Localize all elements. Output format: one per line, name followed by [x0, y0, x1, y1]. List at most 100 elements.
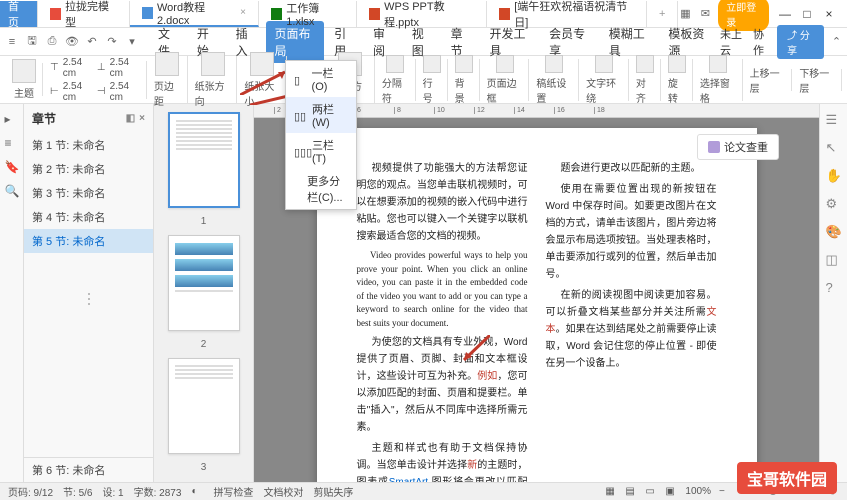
rotate-icon[interactable]	[668, 55, 686, 73]
ribbon-theme[interactable]: 主题	[8, 59, 40, 100]
thumbnail-3[interactable]	[168, 358, 240, 454]
status-wordcount[interactable]: 字数: 2873	[134, 484, 182, 499]
status-docfix[interactable]: 文档校对	[263, 484, 303, 499]
status-section[interactable]: 节: 5/6	[63, 484, 92, 499]
ribbon-paper-size[interactable]: 纸张大小	[240, 52, 284, 108]
help-icon[interactable]: ?	[826, 280, 842, 296]
ribbon-page-margins[interactable]: 页边距	[150, 52, 185, 108]
grid-icon[interactable]: ▦	[679, 6, 693, 22]
thumbnail-1[interactable]	[168, 112, 240, 208]
column-1[interactable]: 视频提供了功能强大的方法帮您证明您的观点。当您单击联机视频时，可以在想要添加的视…	[357, 160, 528, 482]
status-page[interactable]: 页码: 9/12	[8, 484, 53, 499]
status-input-mode-icon[interactable]: ◐	[191, 486, 203, 498]
orientation-icon[interactable]	[201, 52, 225, 76]
nav-item-2[interactable]: 第 3 节: 未命名	[24, 181, 153, 205]
nav-item-1[interactable]: 第 2 节: 未命名	[24, 157, 153, 181]
tab-0[interactable]: 拉拢完模型	[38, 1, 130, 27]
close-button[interactable]: ×	[819, 4, 839, 24]
selpane-icon[interactable]	[709, 55, 727, 73]
view-outline-icon[interactable]: ▣	[665, 486, 677, 498]
layers-icon[interactable]: ◫	[826, 252, 842, 268]
wrap-icon[interactable]	[595, 55, 613, 73]
paper-review-button[interactable]: 论文查重	[697, 134, 779, 160]
collapse-ribbon-icon[interactable]: ⌃	[830, 34, 843, 50]
qat-preview-icon[interactable]: 👁	[64, 34, 80, 50]
qat-undo-icon[interactable]: ↶	[84, 34, 100, 50]
nav-footer-item[interactable]: 第 6 节: 未命名	[24, 457, 153, 482]
margin-top-value[interactable]: 2.54 cm	[63, 57, 93, 79]
share-button[interactable]: ⤴ 分享	[777, 25, 824, 59]
qat-redo-icon[interactable]: ↷	[104, 34, 120, 50]
margins-icon[interactable]	[155, 52, 179, 76]
ribbon-background[interactable]: 背景	[451, 55, 477, 105]
status-position[interactable]: 设: 1	[103, 484, 124, 499]
paper-icon[interactable]	[545, 55, 563, 73]
cloud-status[interactable]: 未上云	[720, 26, 747, 58]
dropdown-two-columns[interactable]: ▯▯两栏(W)	[286, 97, 356, 133]
papersize-icon[interactable]	[250, 52, 274, 76]
zoom-out-icon[interactable]: −	[719, 486, 731, 498]
bg-icon[interactable]	[455, 55, 473, 73]
tab-home[interactable]: 首页	[0, 1, 38, 27]
ribbon-selection-pane[interactable]: 选择窗格	[696, 55, 740, 105]
search-icon[interactable]: 🔍	[5, 184, 19, 198]
nav-close-icon[interactable]: ×	[139, 113, 145, 124]
ribbon-breaks[interactable]: 分隔符	[378, 55, 413, 105]
ribbon-align[interactable]: 对齐	[632, 55, 658, 105]
ribbon-orientation[interactable]: 纸张方向	[191, 52, 235, 108]
tab-2[interactable]: 工作簿1.xlsx	[259, 1, 357, 27]
view-print-icon[interactable]: ▦	[605, 486, 617, 498]
qat-save-icon[interactable]: 🖫	[24, 34, 40, 50]
dropdown-three-columns[interactable]: ▯▯▯三栏(T)	[286, 133, 356, 169]
margin-right-value[interactable]: 2.54 cm	[110, 81, 140, 103]
dropdown-more-columns[interactable]: 更多分栏(C)...	[286, 169, 356, 209]
status-clipboard[interactable]: 剪贴失序	[313, 484, 353, 499]
nav-expand-icon[interactable]: ▸	[5, 112, 19, 126]
nav-collapse-icon[interactable]: ◧	[126, 113, 135, 124]
bookmark-icon[interactable]: 🔖	[5, 160, 19, 174]
view-read-icon[interactable]: ▤	[625, 486, 637, 498]
thumbnail-2[interactable]	[168, 235, 240, 331]
margin-left-value[interactable]: 2.54 cm	[63, 81, 93, 103]
ribbon-writing-paper[interactable]: 稿纸设置	[532, 55, 576, 105]
select-icon[interactable]: ☰	[826, 112, 842, 128]
tab-add[interactable]: +	[647, 1, 678, 27]
maximize-button[interactable]: □	[797, 4, 817, 24]
msg-icon[interactable]: ✉	[698, 6, 712, 22]
dropdown-one-column[interactable]: ▯一栏(O)	[286, 61, 356, 97]
align-icon[interactable]	[636, 55, 654, 73]
breaks-icon[interactable]	[386, 55, 404, 73]
theme-icon[interactable]	[12, 59, 36, 83]
view-web-icon[interactable]: ▭	[645, 486, 657, 498]
collaborate-button[interactable]: 协作	[753, 26, 771, 58]
ribbon-wrap[interactable]: 文字环绕	[582, 55, 626, 105]
qat-print-icon[interactable]: ⎙	[44, 34, 60, 50]
palette-icon[interactable]: 🎨	[826, 224, 842, 240]
nav-item-4[interactable]: 第 5 节: 未命名	[24, 229, 153, 253]
margin-bottom-value[interactable]: 2.54 cm	[110, 57, 140, 79]
column-2[interactable]: 题会进行更改以匹配新的主题。 使用在需要位置出现的新按钮在 Word 中保存时间…	[546, 160, 717, 482]
gear-icon[interactable]: ⚙	[826, 196, 842, 212]
ribbon-line-numbers[interactable]: 行号	[419, 55, 445, 105]
tab-1[interactable]: Word教程2.docx×	[130, 1, 259, 27]
tab-4[interactable]: [端午狂欢祝福语祝清节日]	[487, 1, 647, 27]
border-icon[interactable]	[496, 55, 514, 73]
document-page[interactable]: 视频提供了功能强大的方法帮您证明您的观点。当您单击联机视频时，可以在想要添加的视…	[317, 128, 757, 482]
ribbon-bring-forward[interactable]: 上移一层	[746, 65, 790, 95]
status-spellcheck[interactable]: 拼写检查	[213, 484, 253, 499]
zoom-value[interactable]: 100%	[685, 486, 711, 497]
minimize-button[interactable]: —	[775, 4, 795, 24]
ribbon-page-border[interactable]: 页面边框	[483, 55, 527, 105]
nav-item-3[interactable]: 第 4 节: 未命名	[24, 205, 153, 229]
qat-more-icon[interactable]: ▾	[124, 34, 140, 50]
qat-menu-icon[interactable]: ≡	[4, 34, 20, 50]
hand-icon[interactable]: ✋	[826, 168, 842, 184]
outline-icon[interactable]: ≡	[5, 136, 19, 150]
tab-3[interactable]: WPS PPT教程.pptx	[357, 1, 487, 27]
ribbon-rotate[interactable]: 旋转	[664, 55, 690, 105]
linenum-icon[interactable]	[423, 55, 441, 73]
cursor-icon[interactable]: ↖	[826, 140, 842, 156]
ribbon-send-backward[interactable]: 下移一层	[795, 65, 839, 95]
nav-item-0[interactable]: 第 1 节: 未命名	[24, 133, 153, 157]
tab-close-icon[interactable]: ×	[240, 7, 246, 18]
